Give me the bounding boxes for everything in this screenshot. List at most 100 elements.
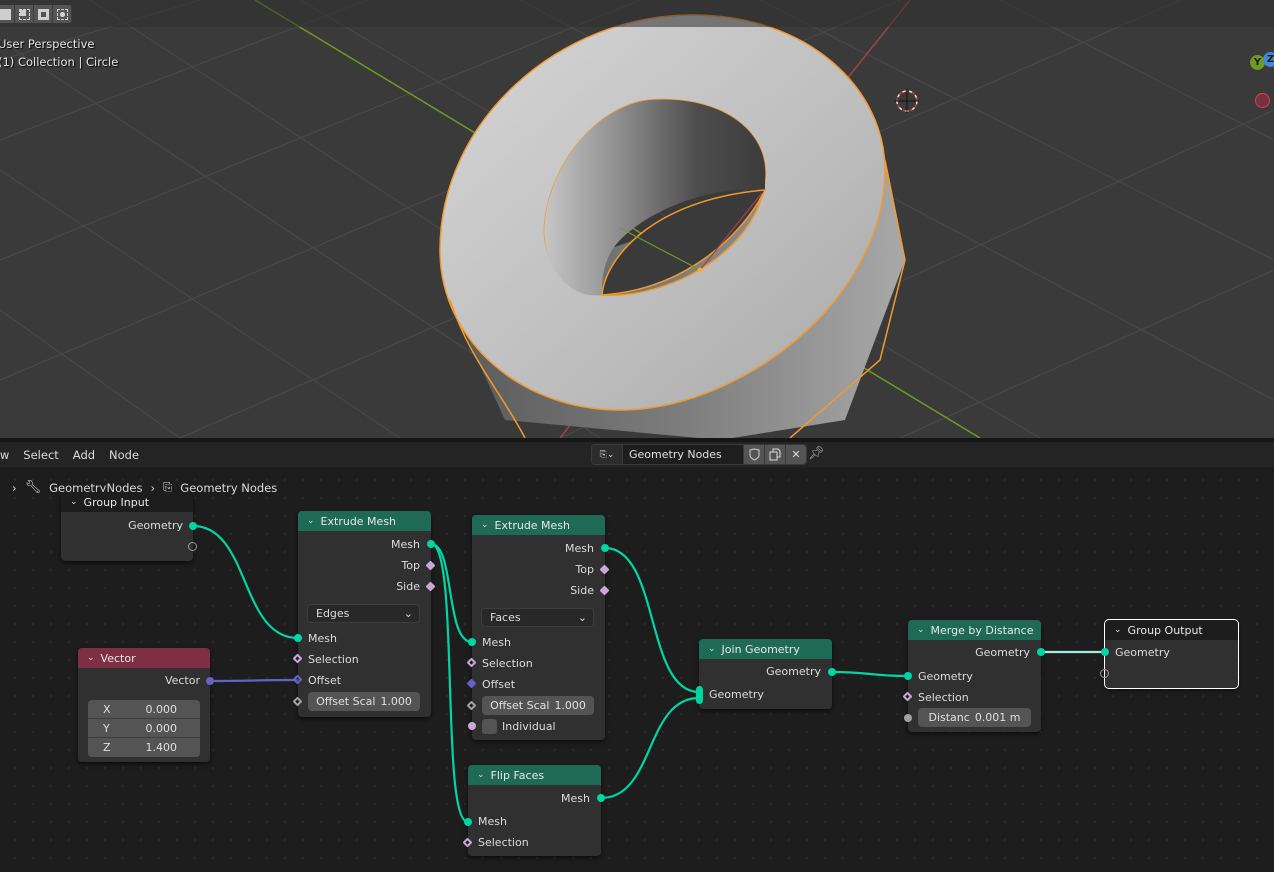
socket-distance-in[interactable] [904, 714, 912, 722]
socket-vector-out[interactable] [206, 677, 214, 685]
fake-user-button[interactable] [743, 445, 764, 464]
socket-geometry-in[interactable] [904, 672, 912, 680]
gizmo-neg-x-axis[interactable] [1255, 93, 1270, 108]
socket-geometry-out[interactable] [189, 522, 197, 530]
individual-checkbox[interactable] [482, 719, 497, 734]
chevron-down-icon[interactable]: ⌄ [917, 625, 925, 635]
socket-mesh-out[interactable] [601, 544, 609, 552]
socket-geometry-out[interactable] [828, 668, 836, 676]
gizmo-z-axis[interactable]: Z [1263, 52, 1274, 67]
select-new-icon[interactable] [0, 5, 15, 23]
node-header[interactable]: ⌄ Extrude Mesh [472, 515, 605, 535]
input-offset: Offset [308, 674, 342, 687]
menu-select[interactable]: Select [16, 448, 65, 462]
node-group-output[interactable]: ⌄ Group Output Geometry [1100, 619, 1239, 689]
output-top: Top [401, 559, 420, 572]
socket-mesh-out[interactable] [427, 540, 435, 548]
socket-empty-out[interactable] [188, 542, 197, 551]
chevron-down-icon: ⌄ [577, 611, 587, 624]
socket-geometry-out[interactable] [1037, 648, 1045, 656]
input-selection: Selection [918, 691, 969, 704]
socket-individual-in[interactable] [468, 722, 476, 730]
viewport-scene [0, 0, 1274, 438]
input-selection: Selection [478, 836, 529, 849]
output-geometry: Geometry [128, 519, 183, 532]
node-group-input[interactable]: ⌄ Group Input Geometry [61, 492, 197, 561]
duplicate-tree-button[interactable] [764, 445, 785, 464]
chevron-down-icon[interactable]: ⌄ [708, 644, 716, 654]
3d-cursor-icon [895, 89, 919, 113]
socket-geometry-multi-in[interactable] [696, 686, 703, 704]
mode-dropdown[interactable]: Edges ⌄ [307, 604, 420, 623]
select-subtract-icon[interactable] [34, 5, 53, 23]
output-top: Top [575, 563, 594, 576]
unlink-tree-button[interactable]: ✕ [785, 445, 806, 464]
pin-icon[interactable]: 📌︎ [808, 446, 825, 461]
node-header[interactable]: ⌄ Join Geometry [699, 639, 832, 659]
chevron-down-icon[interactable]: ⌄ [481, 520, 489, 530]
input-geometry: Geometry [1115, 646, 1170, 659]
menu-add[interactable]: Add [66, 448, 102, 462]
socket-mesh-in[interactable] [464, 818, 472, 826]
offset-scale-field[interactable]: Offset Scal 1.000 [482, 696, 594, 715]
node-vector[interactable]: ⌄ Vector Vector X 0.000 Y 0.000 Z 1.400 [78, 648, 214, 762]
vector-field: X 0.000 Y 0.000 Z 1.400 [88, 700, 200, 757]
node-tree-browse-button[interactable]: ⎘ ⌄ [592, 445, 623, 464]
node-tree-name-field[interactable]: Geometry Nodes [623, 445, 743, 464]
viewport-info-overlay: User Perspective (1) Collection | Circle [0, 35, 118, 71]
output-mesh: Mesh [565, 542, 594, 555]
node-title: Extrude Mesh [494, 518, 571, 532]
chevron-down-icon[interactable]: ⌄ [70, 497, 78, 507]
vector-z-field[interactable]: Z 1.400 [88, 738, 200, 757]
chevron-down-icon[interactable]: ⌄ [1114, 625, 1122, 635]
chevron-down-icon[interactable]: ⌄ [87, 653, 95, 663]
output-vector: Vector [164, 674, 200, 687]
chevron-down-icon[interactable]: ⌄ [477, 770, 485, 780]
socket-mesh-in[interactable] [468, 638, 476, 646]
individual-label: Individual [502, 720, 556, 733]
output-mesh: Mesh [561, 792, 590, 805]
output-mesh: Mesh [391, 538, 420, 551]
output-side: Side [396, 580, 420, 593]
node-title: Join Geometry [721, 642, 800, 656]
wrench-icon: 🔧︎ [24, 480, 42, 495]
node-header[interactable]: ⌄ Merge by Distance [908, 620, 1041, 640]
output-side: Side [570, 584, 594, 597]
menu-node[interactable]: Node [102, 448, 146, 462]
node-header[interactable]: ⌄ Vector [78, 648, 210, 668]
chevron-down-icon: ⌄ [606, 449, 615, 460]
vector-y-field[interactable]: Y 0.000 [88, 719, 200, 738]
socket-geometry-in[interactable] [1101, 648, 1109, 656]
input-geometry: Geometry [709, 688, 764, 701]
input-mesh: Mesh [308, 632, 337, 645]
input-mesh: Mesh [482, 636, 511, 649]
node-header[interactable]: ⌄ Extrude Mesh [298, 511, 431, 531]
mode-dropdown[interactable]: Faces ⌄ [481, 608, 594, 627]
vector-x-field[interactable]: X 0.000 [88, 700, 200, 719]
node-header[interactable]: ⌄ Group Output [1105, 620, 1238, 640]
node-title: Merge by Distance [930, 623, 1034, 637]
socket-mesh-out[interactable] [597, 794, 605, 802]
node-merge-by-distance[interactable]: ⌄ Merge by Distance Geometry Geometry Sel… [902, 620, 1045, 732]
chevron-down-icon[interactable]: ⌄ [307, 516, 315, 526]
socket-mesh-in[interactable] [294, 634, 302, 642]
menu-view[interactable]: View [0, 448, 16, 462]
node-header[interactable]: ⌄ Flip Faces [468, 765, 601, 785]
node-title: Extrude Mesh [320, 514, 397, 528]
select-extend-icon[interactable] [15, 5, 34, 23]
input-mesh: Mesh [478, 815, 507, 828]
output-geometry: Geometry [766, 665, 821, 678]
input-geometry: Geometry [918, 670, 973, 683]
offset-scale-field[interactable]: Offset Scal 1.000 [308, 692, 420, 711]
node-header[interactable]: ⌄ Group Input [61, 492, 193, 512]
node-flip-faces[interactable]: ⌄ Flip Faces Mesh Mesh Selection [462, 765, 605, 856]
node-join-geometry[interactable]: ⌄ Join Geometry Geometry Geometry [696, 639, 836, 709]
3d-viewport[interactable]: User Perspective (1) Collection | Circle… [0, 0, 1274, 438]
distance-field[interactable]: Distanc 0.001 m [918, 708, 1031, 727]
node-extrude-mesh-edges[interactable]: ⌄ Extrude Mesh Mesh Top Side Edges ⌄ Mesh … [292, 511, 436, 717]
selection-mode-group [0, 5, 72, 23]
chevron-down-icon: ⌄ [403, 607, 413, 620]
socket-empty-in[interactable] [1100, 669, 1109, 678]
select-intersect-icon[interactable] [53, 5, 72, 23]
node-extrude-mesh-faces[interactable]: ⌄ Extrude Mesh Mesh Top Side Faces ⌄ Mesh … [466, 515, 610, 740]
